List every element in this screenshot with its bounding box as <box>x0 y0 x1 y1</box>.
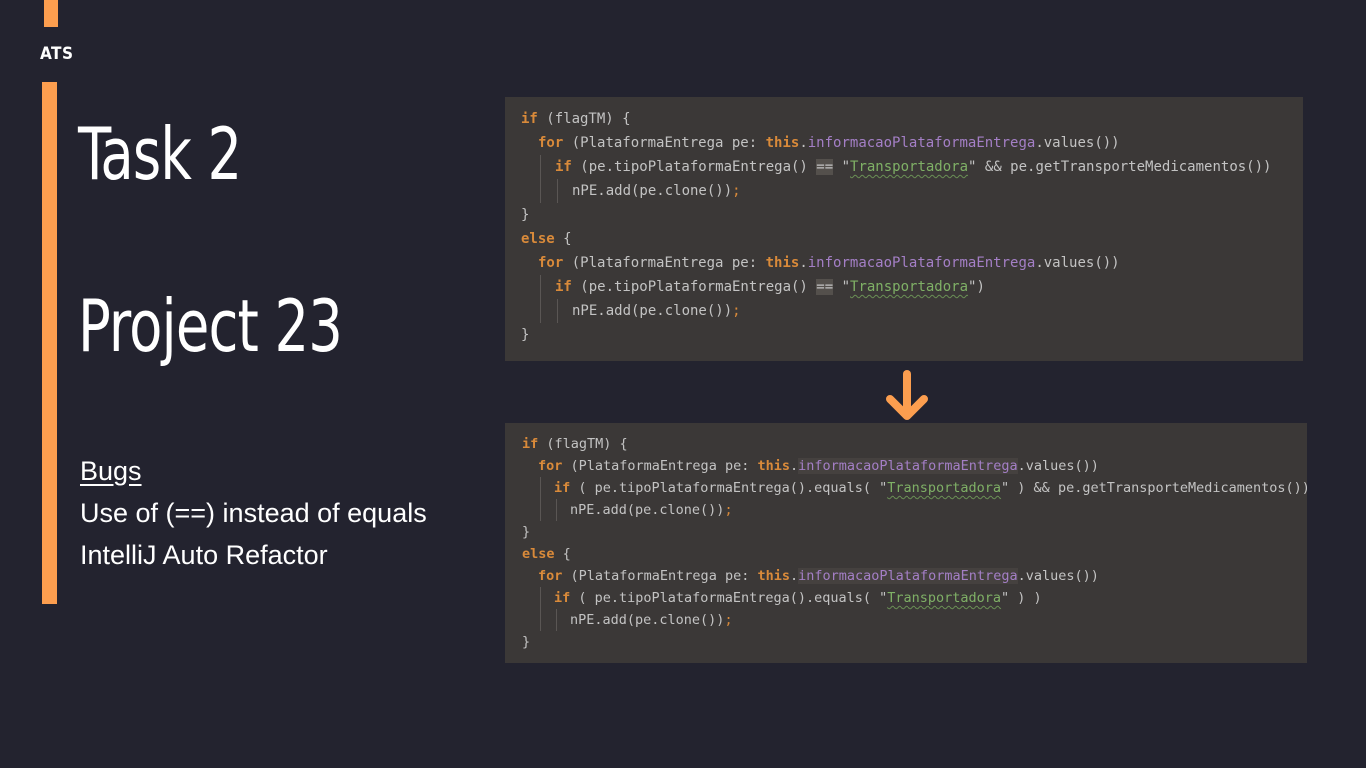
refactor-description: IntelliJ Auto Refactor <box>80 540 328 570</box>
code-line: } <box>521 327 530 343</box>
code-line: else { <box>521 231 572 247</box>
accent-bar <box>42 82 57 604</box>
code-line: nPE.add(pe.clone()); <box>522 609 1307 631</box>
code-line: for (PlataformaEntrega pe: this.informac… <box>538 568 1099 584</box>
notes: Bugs Use of (==) instead of equals Intel… <box>80 450 427 576</box>
bugs-link[interactable]: Bugs <box>80 450 427 492</box>
arrow-down-icon <box>886 370 928 420</box>
code-line: for (PlataformaEntrega pe: this.informac… <box>538 135 1120 151</box>
code-before: if (flagTM) { for (PlataformaEntrega pe: … <box>505 97 1303 361</box>
code-line: } <box>522 524 531 540</box>
code-line: if ( pe.tipoPlataformaEntrega().equals( … <box>522 587 1307 609</box>
code-line: for (PlataformaEntrega pe: this.informac… <box>538 458 1099 474</box>
top-accent-tab <box>44 0 58 27</box>
code-line: if (pe.tipoPlataformaEntrega() == "Trans… <box>521 275 1303 299</box>
code-line: if (flagTM) { <box>521 111 631 127</box>
code-line: for (PlataformaEntrega pe: this.informac… <box>538 255 1120 271</box>
code-line: } <box>521 207 530 223</box>
task-title: Task 2 <box>78 112 242 196</box>
brand-label: ATS <box>40 44 74 64</box>
code-after: if (flagTM) { for (PlataformaEntrega pe: … <box>505 423 1307 663</box>
code-line: if ( pe.tipoPlataformaEntrega().equals( … <box>522 477 1307 499</box>
bug-description: Use of (==) instead of equals <box>80 498 427 528</box>
code-line: nPE.add(pe.clone()); <box>522 499 1307 521</box>
code-line: if (flagTM) { <box>522 436 628 452</box>
code-line: if (pe.tipoPlataformaEntrega() == "Trans… <box>521 155 1303 179</box>
project-title: Project 23 <box>78 284 343 368</box>
code-line: nPE.add(pe.clone()); <box>521 299 1303 323</box>
code-line: else { <box>522 546 571 562</box>
code-line: } <box>522 634 531 650</box>
code-line: nPE.add(pe.clone()); <box>521 179 1303 203</box>
